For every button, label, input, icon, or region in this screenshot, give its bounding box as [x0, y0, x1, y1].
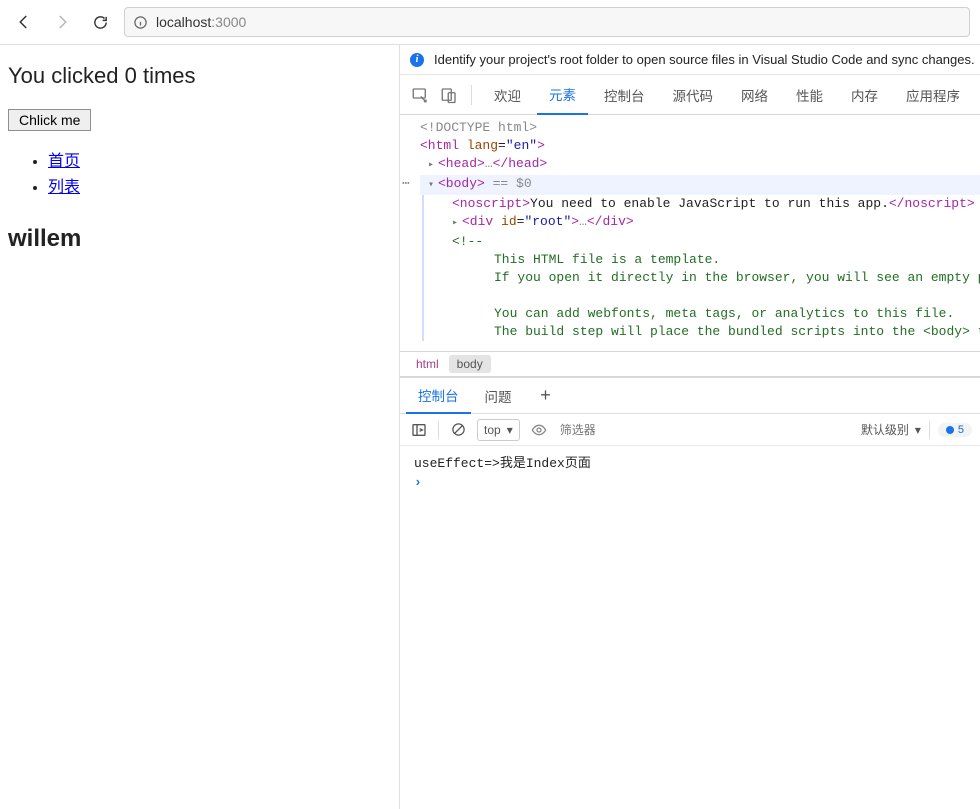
- dom-line[interactable]: <!DOCTYPE html>: [420, 119, 980, 137]
- console-prompt[interactable]: [408, 473, 972, 492]
- chevron-down-icon: ▾: [507, 423, 513, 437]
- info-icon: i: [410, 53, 424, 67]
- url-text: localhost:3000: [156, 14, 246, 30]
- live-expression-icon[interactable]: [528, 419, 550, 441]
- badge-dot-icon: [946, 426, 954, 434]
- dom-line[interactable]: This HTML file is a template.: [436, 251, 980, 269]
- site-info-icon[interactable]: [133, 15, 148, 30]
- forward-button[interactable]: [48, 8, 76, 36]
- tab-console[interactable]: 控制台: [592, 75, 657, 115]
- link-list[interactable]: 列表: [48, 179, 80, 196]
- clear-console-icon[interactable]: [447, 419, 469, 441]
- tab-sources[interactable]: 源代码: [661, 75, 726, 115]
- console-log-line[interactable]: useEffect=>我是Index页面: [408, 450, 972, 473]
- devtools-pane: i Identify your project's root folder to…: [400, 45, 980, 809]
- tab-performance[interactable]: 性能: [784, 75, 835, 115]
- crumb-body[interactable]: body: [449, 355, 491, 373]
- console-toolbar: top ▾ 默认级别 ▾ 5: [400, 414, 980, 446]
- execution-context-select[interactable]: top ▾: [477, 419, 520, 441]
- dom-line[interactable]: <noscript>You need to enable JavaScript …: [436, 195, 980, 213]
- separator: [471, 85, 472, 105]
- back-button[interactable]: [10, 8, 38, 36]
- tab-memory[interactable]: 内存: [839, 75, 890, 115]
- drawer-tab-issues[interactable]: 问题: [473, 378, 524, 414]
- tab-application[interactable]: 应用程序: [894, 75, 972, 115]
- elements-breadcrumb: html body: [400, 351, 980, 377]
- devtools-infobar[interactable]: i Identify your project's root folder to…: [400, 45, 980, 75]
- devtools-tabstrip: 欢迎 元素 控制台 源代码 网络 性能 内存 应用程序: [400, 75, 980, 115]
- separator: [929, 421, 930, 439]
- dom-line[interactable]: <div id="root">…</div>: [436, 213, 980, 233]
- issues-badge[interactable]: 5: [938, 423, 972, 437]
- console-filter-input[interactable]: [558, 422, 678, 438]
- list-item: 首页: [48, 147, 391, 171]
- drawer-tabstrip: 控制台 问题 +: [400, 378, 980, 414]
- chlick-me-button[interactable]: Chlick me: [8, 109, 91, 131]
- browser-toolbar: localhost:3000: [0, 0, 980, 44]
- chevron-down-icon: ▾: [915, 423, 921, 437]
- dom-line[interactable]: <head>…</head>: [420, 155, 980, 175]
- add-drawer-tab-icon[interactable]: +: [532, 382, 560, 410]
- toggle-sidebar-icon[interactable]: [408, 419, 430, 441]
- tab-network[interactable]: 网络: [729, 75, 780, 115]
- devtools-drawer: 控制台 问题 + top ▾: [400, 377, 980, 797]
- link-home[interactable]: 首页: [48, 153, 80, 170]
- device-toolbar-icon[interactable]: [437, 82, 462, 108]
- expand-caret-icon[interactable]: [428, 155, 438, 175]
- dom-line[interactable]: The build step will place the bundled sc…: [436, 323, 980, 341]
- nav-list: 首页 列表: [8, 147, 391, 197]
- drawer-tab-console[interactable]: 控制台: [406, 378, 471, 414]
- dom-line[interactable]: [436, 287, 980, 305]
- click-counter-text: You clicked 0 times: [8, 63, 391, 89]
- page-heading: willem: [8, 225, 391, 253]
- dom-line[interactable]: You can add webfonts, meta tags, or anal…: [436, 305, 980, 323]
- expand-caret-icon[interactable]: [428, 175, 438, 195]
- inspect-element-icon[interactable]: [408, 82, 433, 108]
- page-content: You clicked 0 times Chlick me 首页 列表 will…: [0, 45, 400, 809]
- dom-line[interactable]: <html lang="en">: [420, 137, 980, 155]
- elements-tree[interactable]: <!DOCTYPE html> <html lang="en"> <head>……: [400, 115, 980, 351]
- dom-line-body[interactable]: <body> == $0: [420, 175, 980, 195]
- crumb-html[interactable]: html: [408, 355, 447, 373]
- dom-line[interactable]: <!--: [436, 233, 980, 251]
- tab-elements[interactable]: 元素: [537, 75, 588, 115]
- expand-caret-icon[interactable]: [452, 213, 462, 233]
- reload-button[interactable]: [86, 8, 114, 36]
- log-levels-select[interactable]: 默认级别 ▾: [861, 421, 921, 438]
- list-item: 列表: [48, 173, 391, 197]
- tab-welcome[interactable]: 欢迎: [482, 75, 533, 115]
- console-output[interactable]: useEffect=>我是Index页面: [400, 446, 980, 797]
- separator: [438, 421, 439, 439]
- address-bar[interactable]: localhost:3000: [124, 7, 970, 37]
- dom-line[interactable]: If you open it directly in the browser, …: [436, 269, 980, 287]
- infobar-text: Identify your project's root folder to o…: [434, 52, 975, 67]
